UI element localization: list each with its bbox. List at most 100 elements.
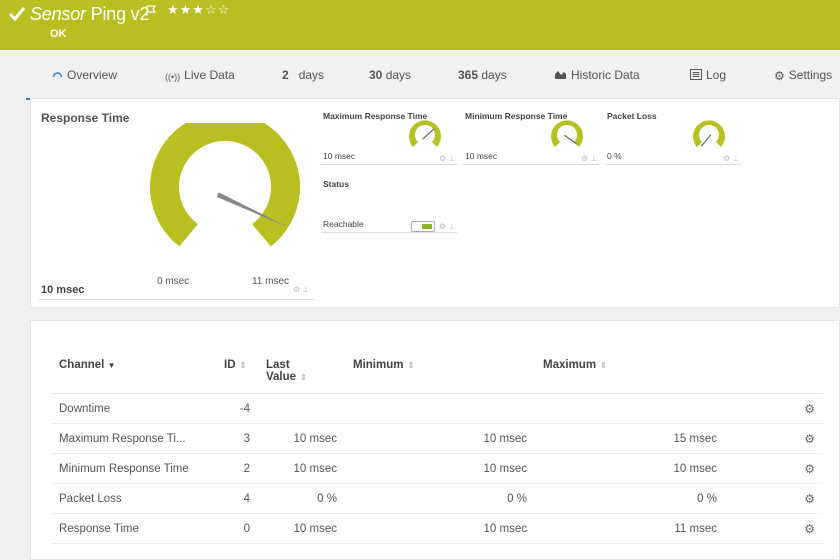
column-label: Minimum [353,359,404,371]
channel-name[interactable]: Packet Loss [51,483,216,514]
column-header-maximum[interactable]: Maximum ⇕ [535,357,725,394]
channels-table: Channel ▼ ID ⇕ Last Value ⇕ Minimum ⇕ Maxim [51,357,823,544]
channel-id: -4 [216,393,258,424]
overview-icon [52,69,63,83]
gear-icon[interactable]: ⚙ [804,492,815,506]
channels-panel: Channel ▼ ID ⇕ Last Value ⇕ Minimum ⇕ Maxim [30,320,840,560]
check-icon [8,7,26,22]
tab-log[interactable]: Log [690,68,726,83]
channel-settings-cell: ⚙ [725,513,823,544]
gauge-min-label: 0 msec [157,276,190,287]
tab-label: Live Data [184,68,235,82]
gauge-value: 10 msec [323,151,356,161]
table-row[interactable]: Maximum Response Ti... 3 10 msec 10 msec… [51,423,823,454]
channel-name[interactable]: Minimum Response Time [51,453,216,484]
gear-icon[interactable]: ⚙ ⊥ [439,222,455,231]
gear-icon[interactable]: ⚙ [804,402,815,416]
column-header-last-value[interactable]: Last Value ⇕ [258,357,345,394]
column-header-id[interactable]: ID ⇕ [216,357,258,394]
flag-icon[interactable] [145,5,157,17]
sort-icon: ⇕ [407,361,415,370]
channel-min: 10 msec [345,423,535,454]
tab-live-data[interactable]: ((•)) Live Data [165,68,235,82]
tab-unit: days [298,68,325,82]
status-value: Reachable [323,219,364,229]
channel-max [535,393,725,424]
channel-min: 0 % [345,483,535,514]
channel-id: 4 [216,483,258,514]
channel-name[interactable]: Downtime [51,393,216,424]
gear-icon: ⚙ [774,69,785,83]
live-data-icon: ((•)) [165,72,181,82]
tab-settings[interactable]: ⚙ Settings [774,68,832,83]
response-time-gauge [150,123,300,247]
column-header-minimum[interactable]: Minimum ⇕ [345,357,535,394]
sensor-title: Sensor Ping v2 [30,4,149,25]
gear-icon[interactable]: ⚙ ⊥ [723,154,739,163]
gauges-panel: Response Time 0 msec 11 msec 10 msec ⚙ ⊥… [30,98,840,308]
channel-settings-cell: ⚙ [725,393,823,424]
channel-settings-cell: ⚙ [725,483,823,514]
tab-unit: days [481,68,507,82]
gear-icon[interactable]: ⚙ ⊥ [581,154,597,163]
channel-min: 10 msec [345,513,535,544]
historic-data-icon [554,69,567,83]
sort-icon: ⇕ [300,373,307,382]
tab-365-days[interactable]: 365 days [458,68,507,82]
channel-settings-cell: ⚙ [725,423,823,454]
sort-icon: ⇕ [239,361,247,370]
channel-last: 10 msec [258,513,345,544]
column-header-actions [725,357,823,394]
column-label: Value [266,371,297,383]
gear-icon[interactable]: ⚙ [804,462,815,476]
channel-max: 0 % [535,483,725,514]
channel-name[interactable]: Maximum Response Ti... [51,423,216,454]
min-response-gauge [551,120,583,147]
gauge-max-label: 11 msec [252,276,290,287]
channel-min: 10 msec [345,453,535,484]
status-toggle [411,221,435,232]
response-time-value: 10 msec [41,284,85,296]
sensor-header: Sensor Ping v2 ★★★☆☆ OK [0,0,840,50]
log-icon [690,69,702,83]
tab-2-days[interactable]: 2 days [282,68,324,82]
column-label: Last [266,359,290,371]
gear-icon[interactable]: ⚙ ⊥ [293,285,309,294]
channel-min [345,393,535,424]
status-text: OK [50,28,67,40]
divider [321,232,457,233]
tab-30-days[interactable]: 30 days [369,68,411,82]
channel-name[interactable]: Response Time [51,513,216,544]
tab-number: 365 [458,68,479,82]
channel-max: 11 msec [535,513,725,544]
tab-unit: days [385,68,412,82]
table-row[interactable]: Response Time 0 10 msec 10 msec 11 msec … [51,513,823,544]
gauge-card-packet-loss: Packet Loss 0 % ⚙ ⊥ [605,99,741,165]
status-label: Status [323,179,349,189]
table-row[interactable]: Packet Loss 4 0 % 0 % 0 % ⚙ [51,483,823,514]
tab-historic-data[interactable]: Historic Data [554,68,640,83]
gear-icon[interactable]: ⚙ [804,522,815,536]
status-card: Status Reachable ⚙ ⊥ [321,167,457,233]
packet-loss-gauge [693,120,725,147]
divider [463,164,599,165]
gear-icon[interactable]: ⚙ ⊥ [439,154,455,163]
gear-icon[interactable]: ⚙ [804,432,815,446]
response-time-title: Response Time [41,111,130,125]
channel-id: 0 [216,513,258,544]
tab-overview[interactable]: Overview [52,68,117,83]
priority-stars[interactable]: ★★★☆☆ [167,2,230,18]
table-header-row: Channel ▼ ID ⇕ Last Value ⇕ Minimum ⇕ Maxim [51,357,823,394]
column-header-channel[interactable]: Channel ▼ [51,357,216,394]
channel-last: 0 % [258,483,345,514]
divider [321,164,457,165]
divider [39,299,315,300]
channel-max: 15 msec [535,423,725,454]
channel-last [258,393,345,424]
tab-label: Settings [788,68,833,82]
table-row[interactable]: Minimum Response Time 2 10 msec 10 msec … [51,453,823,484]
channel-id: 3 [216,423,258,454]
gauge-arc [150,123,300,247]
sensor-title-name: Ping v2 [90,4,150,24]
table-row[interactable]: Downtime -4 ⚙ [51,393,823,424]
